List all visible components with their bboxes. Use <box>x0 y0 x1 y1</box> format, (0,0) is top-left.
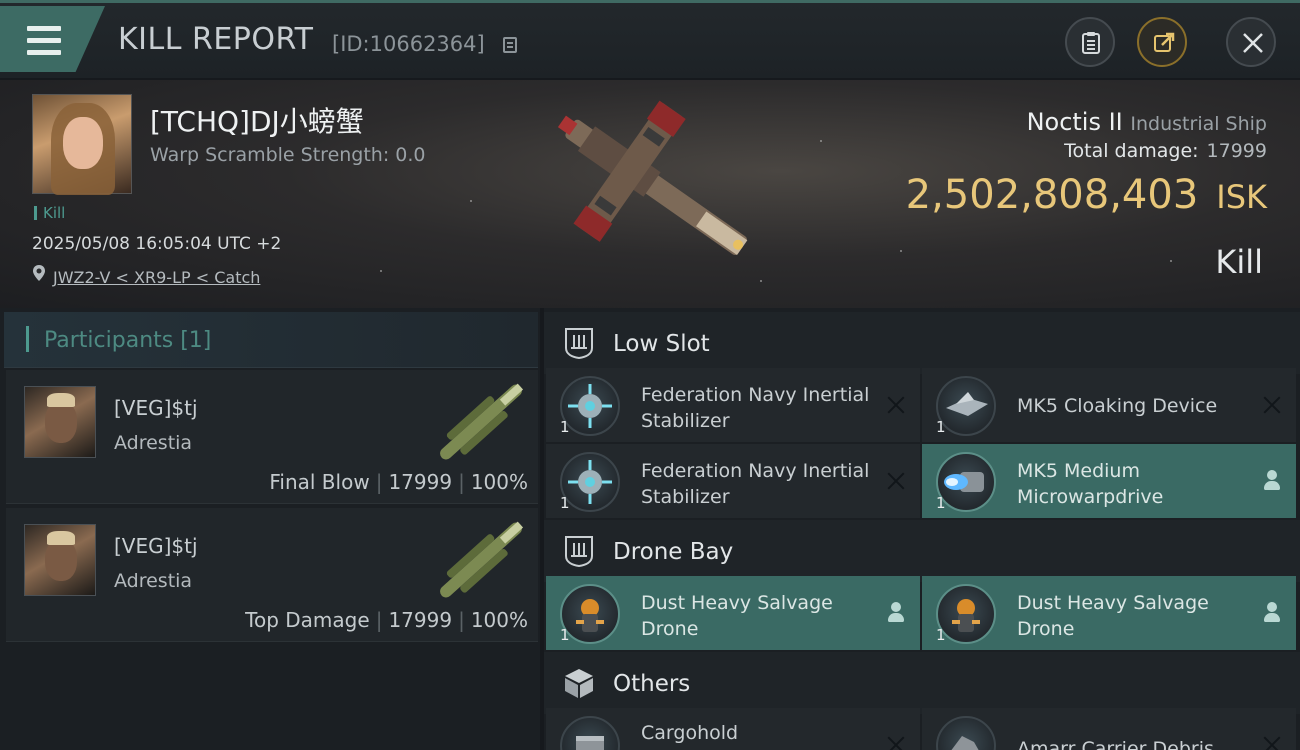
section-others-label: Others <box>613 671 691 697</box>
item-row[interactable]: Cargohold <box>546 708 920 750</box>
header-bar: KILL REPORT [ID:10662364] <box>0 0 1300 78</box>
share-button[interactable] <box>1137 17 1187 67</box>
location-pin-icon <box>33 265 45 281</box>
fitting-panel: Low Slot 1 Federation Navy Inertial Stab… <box>544 308 1300 750</box>
cube-icon <box>565 669 593 698</box>
section-drone-bay-label: Drone Bay <box>613 539 734 565</box>
item-name: MK5 Cloaking Device <box>1017 395 1218 417</box>
item-name: Dust Heavy Salvage Drone <box>641 592 833 640</box>
item-quantity: 1 <box>560 418 570 436</box>
item-name: Amarr Carrier Debris <box>1017 738 1214 750</box>
item-row[interactable]: 1 Dust Heavy Salvage Drone <box>922 576 1296 650</box>
item-name: Federation Navy Inertial Stabilizer <box>641 460 870 508</box>
participant-ship: Adrestia <box>114 432 193 454</box>
item-name: Federation Navy Inertial Stabilizer <box>641 384 870 432</box>
participant-role: Top Damage <box>245 608 370 632</box>
tab-participants[interactable]: Participants [1] <box>4 312 538 368</box>
participant-damage: 17999 <box>388 470 453 494</box>
external-link-icon <box>1154 32 1175 52</box>
isk-value: 2,502,808,403 ISK <box>906 172 1267 218</box>
victim-name[interactable]: [TCHQ]DJ小螃蟹 <box>150 100 364 140</box>
participant-ship-image <box>440 521 524 598</box>
item-quantity: 1 <box>936 418 946 436</box>
destroyed-icon <box>1262 395 1282 415</box>
clipboard-icon <box>1082 32 1100 54</box>
copy-icon[interactable] <box>503 37 517 53</box>
dropped-icon <box>1262 600 1282 624</box>
participant-avatar[interactable] <box>24 386 96 458</box>
victim-ship-image[interactable] <box>530 94 780 284</box>
hamburger-icon <box>27 26 61 31</box>
item-row[interactable]: 1 Federation Navy Inertial Stabilizer <box>546 444 920 518</box>
low-slot-icon <box>565 328 593 360</box>
kill-datetime: 2025/05/08 16:05:04 UTC +2 <box>32 234 282 254</box>
kill-result: Kill <box>1215 243 1263 281</box>
item-name: Cargohold <box>641 722 739 744</box>
item-row[interactable]: 1 MK5 Medium Microwarpdrive <box>922 444 1296 518</box>
participant-percent: 100% <box>470 470 528 494</box>
menu-button[interactable] <box>0 6 105 72</box>
item-quantity: 1 <box>936 626 946 644</box>
total-damage-label: Total damage: <box>1064 140 1199 162</box>
dropped-icon <box>1262 468 1282 492</box>
participant-damage: 17999 <box>388 608 453 632</box>
item-row[interactable]: 1 MK5 Cloaking Device <box>922 368 1296 442</box>
participant-name: [VEG]$tj <box>114 534 198 558</box>
item-row[interactable]: Amarr Carrier Debris <box>922 708 1296 750</box>
clipboard-button[interactable] <box>1065 17 1115 67</box>
victim-avatar[interactable] <box>32 94 132 195</box>
participant-row[interactable]: [VEG]$tj Adrestia Top Damage | 17999 | 100% <box>6 508 538 642</box>
victim-summary: Kill [TCHQ]DJ小螃蟹 Warp Scramble Strength:… <box>0 80 1300 308</box>
destroyed-icon <box>886 735 906 750</box>
item-row[interactable]: 1 Dust Heavy Salvage Drone <box>546 576 920 650</box>
close-button[interactable] <box>1226 17 1276 67</box>
victim-ship: Noctis II Industrial Ship <box>1027 108 1267 136</box>
ship-name[interactable]: Noctis II <box>1027 108 1123 136</box>
total-damage: Total damage: 17999 <box>1064 140 1267 162</box>
section-others: Others <box>544 652 1300 714</box>
section-drone-bay: Drone Bay <box>544 520 1300 582</box>
isk-label: ISK <box>1216 178 1267 216</box>
warp-scramble-strength: Warp Scramble Strength: 0.0 <box>150 144 426 166</box>
participant-stats: Final Blow | 17999 | 100% <box>269 470 528 494</box>
participant-ship: Adrestia <box>114 570 193 592</box>
drone-bay-icon <box>565 536 593 568</box>
participant-percent: 100% <box>470 608 528 632</box>
participant-role: Final Blow <box>269 470 370 494</box>
location-link[interactable]: JWZ2-V < XR9-LP < Catch <box>53 268 260 287</box>
report-id: [ID:10662364] <box>332 32 485 56</box>
destroyed-icon <box>886 471 906 491</box>
dropped-icon <box>886 600 906 624</box>
item-quantity: 1 <box>560 494 570 512</box>
section-low-slot-label: Low Slot <box>613 331 710 357</box>
item-quantity: 1 <box>936 494 946 512</box>
total-damage-value: 17999 <box>1206 140 1267 162</box>
participant-ship-image <box>440 383 524 460</box>
close-icon <box>1243 33 1263 53</box>
participant-name: [VEG]$tj <box>114 396 198 420</box>
section-low-slot: Low Slot <box>544 312 1300 374</box>
item-row[interactable]: 1 Federation Navy Inertial Stabilizer <box>546 368 920 442</box>
debris-icon <box>936 716 996 750</box>
isk-amount: 2,502,808,403 <box>905 172 1199 218</box>
ship-class: Industrial Ship <box>1130 113 1267 135</box>
destroyed-icon <box>1262 735 1282 750</box>
page-title: KILL REPORT <box>118 22 314 57</box>
kill-tag: Kill <box>34 206 65 221</box>
participant-row[interactable]: [VEG]$tj Adrestia Final Blow | 17999 | 100% <box>6 370 538 504</box>
destroyed-icon <box>886 395 906 415</box>
participant-avatar[interactable] <box>24 524 96 596</box>
cargohold-icon <box>560 716 620 750</box>
participants-panel: Participants [1] [VEG]$tj Adrestia Final… <box>0 308 540 750</box>
tab-participants-label: Participants [1] <box>44 328 212 353</box>
participant-stats: Top Damage | 17999 | 100% <box>245 608 528 632</box>
item-name: MK5 Medium Microwarpdrive <box>1017 460 1164 508</box>
item-name: Dust Heavy Salvage Drone <box>1017 592 1209 640</box>
item-quantity: 1 <box>560 626 570 644</box>
